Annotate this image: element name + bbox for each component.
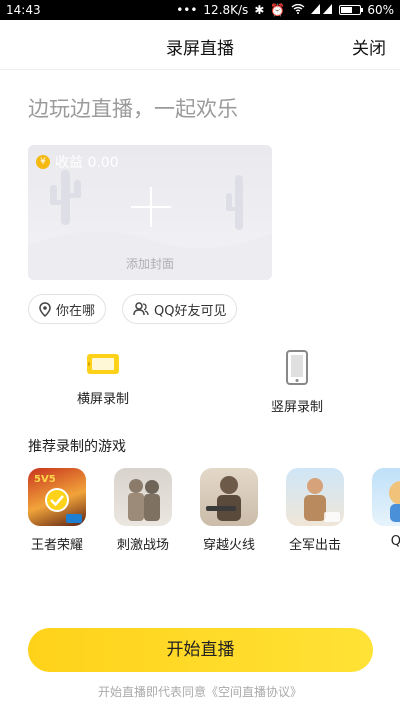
quanjun-game-icon	[286, 468, 344, 526]
game-name: 全军出击	[288, 538, 341, 553]
bluetooth-icon: ✱	[254, 3, 265, 17]
page-title: 录屏直播	[166, 39, 234, 59]
location-pin-icon	[39, 301, 51, 317]
game-item-chuanyue[interactable]: 穿越火线	[199, 468, 259, 553]
game-item-ciji[interactable]: 刺激战场	[113, 468, 173, 553]
close-button[interactable]: 关闭	[352, 34, 386, 59]
earnings-label: 收益 0.00	[55, 155, 119, 171]
alarm-icon: ⏰	[270, 3, 286, 17]
qq-game-icon	[372, 468, 400, 526]
dots-icon: •••	[176, 3, 198, 17]
games-list: 5V5 王者荣耀 刺激战场 穿越火线 全军出击 Q	[28, 468, 400, 558]
wifi-icon	[291, 3, 305, 17]
game-name: 刺激战场	[116, 538, 169, 553]
portrait-record-option[interactable]: 竖屏录制	[237, 350, 357, 415]
coin-icon: ¥	[36, 155, 50, 169]
friends-icon	[133, 302, 149, 316]
status-time: 14:43	[6, 3, 41, 17]
slogan-text: 边玩边直播，一起欢乐	[28, 97, 238, 121]
game-name: 穿越火线	[202, 538, 255, 553]
agreement-text[interactable]: 开始直播即代表同意《空间直播协议》	[0, 683, 400, 700]
game-item-wangzhe[interactable]: 5V5 王者荣耀	[28, 468, 87, 553]
game-name: 王者荣耀	[30, 538, 83, 553]
network-speed: 12.8K/s	[203, 3, 249, 17]
earnings-badge: ¥ 收益 0.00	[36, 152, 119, 172]
ciji-game-icon	[114, 468, 172, 526]
add-cover-card[interactable]: ¥ 收益 0.00 添加封面	[28, 145, 272, 280]
portrait-record-label: 竖屏录制	[270, 400, 323, 415]
signal-icon	[311, 3, 333, 17]
battery-percent: 60%	[367, 3, 394, 17]
landscape-phone-icon	[85, 354, 121, 382]
landscape-record-option[interactable]: 横屏录制	[43, 350, 163, 407]
visibility-button[interactable]: QQ好友可见	[122, 294, 238, 324]
svg-text:5V5: 5V5	[34, 474, 56, 485]
navbar: 录屏直播 关闭	[0, 20, 400, 70]
game-item-quanjun[interactable]: 全军出击	[285, 468, 345, 553]
location-button[interactable]: 你在哪	[28, 294, 107, 324]
battery-icon	[339, 5, 364, 15]
game-name: QQ	[390, 534, 400, 549]
chuanyue-game-icon	[200, 468, 258, 526]
status-bar: 14:43 ••• 12.8K/s ✱ ⏰ 60%	[0, 0, 400, 20]
wangzhe-game-icon: 5V5	[28, 468, 86, 526]
start-live-button[interactable]: 开始直播	[28, 628, 373, 672]
landscape-record-label: 横屏录制	[76, 392, 129, 407]
location-label: 你在哪	[56, 303, 96, 319]
game-item-qq[interactable]: QQ	[371, 468, 400, 549]
plus-icon	[131, 187, 171, 227]
recommended-games-title: 推荐录制的游戏	[28, 439, 126, 455]
visibility-label: QQ好友可见	[154, 303, 227, 319]
add-cover-label: 添加封面	[125, 257, 174, 271]
portrait-phone-icon	[283, 350, 311, 390]
